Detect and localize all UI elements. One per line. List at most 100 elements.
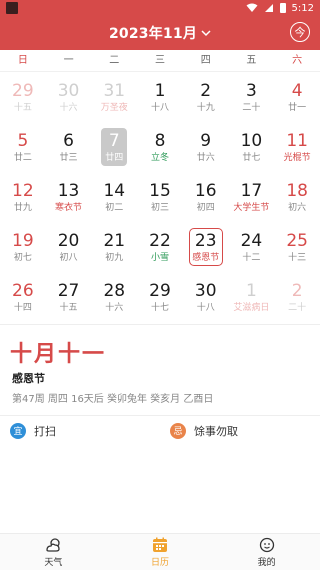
day-lunar-label: 二十 — [242, 102, 261, 113]
calendar-day-cell[interactable]: 8 立冬 — [137, 122, 183, 172]
calendar-day-cell[interactable]: 13 寒衣节 — [46, 172, 92, 222]
day-lunar-label: 十七 — [150, 302, 169, 313]
day-number: 30 — [194, 280, 217, 301]
calendar-day-cell[interactable]: 28 十六 — [91, 272, 137, 322]
calendar-day-cell[interactable]: 1 艾滋病日 — [229, 272, 275, 322]
day-number: 2 — [200, 80, 212, 101]
day-lunar-label: 初九 — [105, 252, 124, 263]
calendar-day-cell[interactable]: 14 初二 — [91, 172, 137, 222]
day-lunar-label: 廿七 — [242, 152, 261, 163]
day-number: 21 — [103, 230, 126, 251]
day-number: 22 — [149, 230, 171, 251]
day-number: 12 — [12, 180, 34, 201]
tab-calendar[interactable]: 日历 — [107, 534, 214, 570]
weekday-label: 六 — [292, 55, 303, 66]
calendar-day-cell[interactable]: 9 廿六 — [183, 122, 229, 172]
day-lunar-label: 廿六 — [196, 152, 215, 163]
weekday-label: 二 — [109, 55, 120, 66]
day-number: 29 — [149, 280, 171, 301]
day-number: 25 — [286, 230, 308, 251]
weekday-label: 三 — [154, 55, 165, 66]
festival-name: 感恩节 — [12, 372, 45, 385]
app-indicator-icon — [6, 2, 18, 14]
calendar-day-cell[interactable]: 29 十五 — [0, 72, 46, 122]
calendar-day-cell[interactable]: 19 初七 — [0, 222, 46, 272]
weekday-label: 四 — [200, 55, 211, 66]
battery-icon — [279, 3, 286, 13]
day-info: 第47周 周四 16天后 癸卯兔年 癸亥月 乙酉日 — [12, 394, 214, 405]
calendar-day-cell[interactable]: 29 十七 — [137, 272, 183, 322]
day-number: 13 — [57, 180, 80, 201]
day-lunar-label: 廿四 — [105, 152, 124, 163]
calendar-day-cell[interactable]: 20 初八 — [46, 222, 92, 272]
calendar-day-cell[interactable]: 30 十六 — [46, 72, 92, 122]
day-number: 18 — [286, 180, 308, 201]
calendar-day-cell[interactable]: 23 感恩节 — [183, 222, 229, 272]
today-button[interactable]: 今 — [290, 22, 310, 42]
tab-weather[interactable]: 天气 — [0, 534, 107, 570]
day-number: 30 — [57, 80, 80, 101]
calendar-grid: 29 十五 30 十六 31 万圣夜 1 十八 2 十九 3 二十 4 廿一 5 廿二 6 廿三 7 廿四 8 立冬 9 廿六… — [0, 72, 320, 322]
calendar-day-cell[interactable]: 26 十四 — [0, 272, 46, 322]
calendar-day-cell[interactable]: 15 初三 — [137, 172, 183, 222]
weather-icon — [44, 537, 62, 553]
calendar-day-cell[interactable]: 17 大学生节 — [229, 172, 275, 222]
profile-icon — [258, 537, 276, 553]
day-lunar-label: 大学生节 — [233, 202, 270, 213]
tab-calendar-label: 日历 — [150, 557, 169, 568]
day-lunar-label: 十三 — [288, 252, 307, 263]
day-lunar-label: 十五 — [13, 102, 32, 113]
day-number: 17 — [240, 180, 263, 201]
day-lunar-label: 立冬 — [150, 152, 169, 163]
month-selector[interactable]: 2023年11月 — [109, 23, 211, 43]
day-lunar-label: 十二 — [242, 252, 261, 263]
calendar-day-cell[interactable]: 11 光棍节 — [274, 122, 320, 172]
day-lunar-label: 十八 — [150, 102, 169, 113]
calendar-day-cell[interactable]: 2 十九 — [183, 72, 229, 122]
bottom-tab-bar: 天气 日历 我的 — [0, 533, 320, 570]
day-lunar-label: 初三 — [150, 202, 169, 213]
tab-profile-label: 我的 — [257, 557, 276, 568]
ji-badge: 忌 — [170, 422, 186, 439]
calendar-day-cell[interactable]: 6 廿三 — [46, 122, 92, 172]
day-number: 16 — [194, 180, 217, 201]
calendar-day-cell[interactable]: 25 十三 — [274, 222, 320, 272]
calendar-day-cell[interactable]: 27 十五 — [46, 272, 92, 322]
yi-badge: 宜 — [10, 422, 26, 439]
day-number: 26 — [12, 280, 34, 301]
day-number: 24 — [240, 230, 263, 251]
day-number: 27 — [57, 280, 80, 301]
tab-profile[interactable]: 我的 — [213, 534, 320, 570]
day-number: 10 — [240, 130, 263, 151]
calendar-day-cell[interactable]: 2 二十 — [274, 272, 320, 322]
day-number: 6 — [63, 130, 74, 151]
ji-text: 馀事勿取 — [194, 424, 238, 438]
calendar-day-cell[interactable]: 18 初六 — [274, 172, 320, 222]
calendar-day-cell[interactable]: 5 廿二 — [0, 122, 46, 172]
calendar-day-cell[interactable]: 3 二十 — [229, 72, 275, 122]
calendar-day-cell[interactable]: 4 廿一 — [274, 72, 320, 122]
yi-section[interactable]: 宜 打扫 — [0, 416, 160, 445]
day-lunar-label: 十八 — [196, 302, 215, 313]
day-number: 29 — [12, 80, 34, 101]
signal-icon — [264, 4, 273, 12]
calendar-day-cell[interactable]: 31 万圣夜 — [91, 72, 137, 122]
calendar-day-cell[interactable]: 24 十二 — [229, 222, 275, 272]
calendar-day-cell[interactable]: 16 初四 — [183, 172, 229, 222]
calendar-day-cell[interactable]: 10 廿七 — [229, 122, 275, 172]
day-lunar-label: 廿三 — [59, 152, 78, 163]
day-lunar-label: 十五 — [59, 302, 78, 313]
calendar-day-cell[interactable]: 1 十八 — [137, 72, 183, 122]
day-number: 9 — [200, 130, 212, 151]
day-number: 3 — [246, 80, 257, 101]
day-lunar-label: 寒衣节 — [55, 202, 83, 213]
day-number: 31 — [103, 80, 126, 101]
day-number: 1 — [246, 280, 257, 301]
calendar-day-cell[interactable]: 7 廿四 — [91, 122, 137, 172]
calendar-day-cell[interactable]: 30 十八 — [183, 272, 229, 322]
calendar-day-cell[interactable]: 12 廿九 — [0, 172, 46, 222]
calendar-day-cell[interactable]: 22 小雪 — [137, 222, 183, 272]
day-lunar-label: 初六 — [288, 202, 307, 213]
ji-section[interactable]: 忌 馀事勿取 — [160, 416, 320, 445]
calendar-day-cell[interactable]: 21 初九 — [91, 222, 137, 272]
